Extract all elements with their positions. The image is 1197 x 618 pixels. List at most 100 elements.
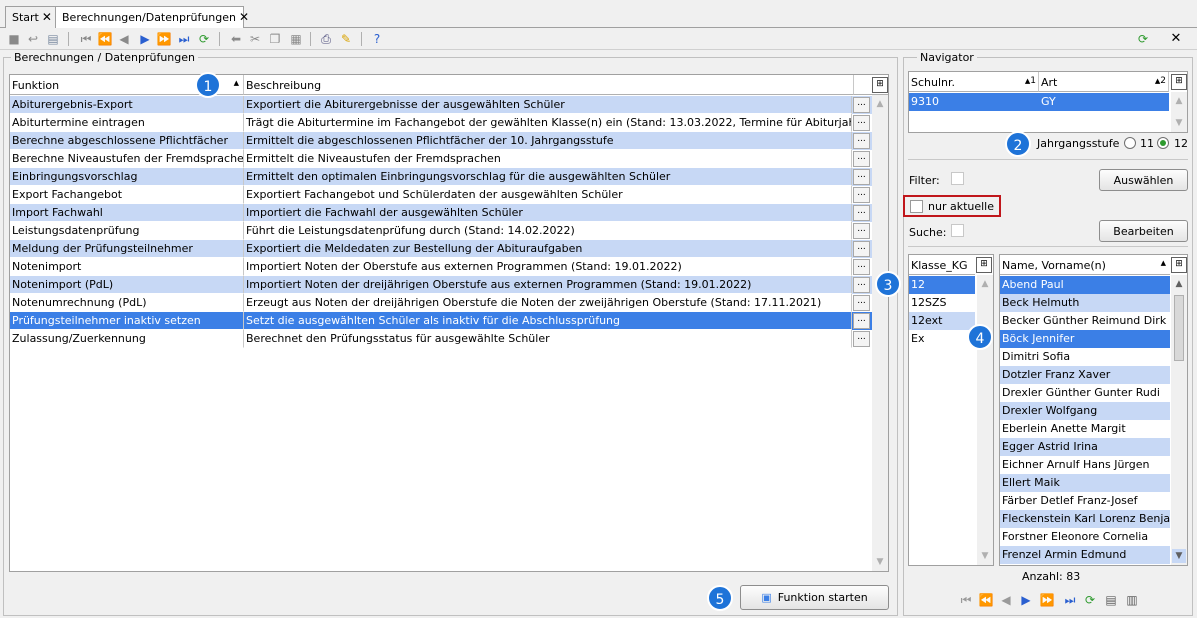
list-item-name[interactable]: Ellert Maik [1000,474,1170,492]
table-row[interactable]: Berechne abgeschlossene Pflichtfächer Erm… [10,132,872,150]
column-chooser-icon[interactable]: ⊞ [872,77,888,93]
close-icon[interactable]: ✕ [1168,31,1184,47]
cell-beschreibung[interactable]: Importiert Noten der Oberstufe aus exter… [244,258,852,276]
row-ellipsis-button[interactable]: ... [853,331,870,347]
next-record-icon[interactable]: ▶ [1018,592,1034,608]
cell-beschreibung[interactable]: Ermittelt den optimalen Einbringungsvors… [244,168,852,186]
delete-record-icon[interactable]: ▤ [45,31,61,47]
tab-berechnungen[interactable]: Berechnungen/Datenprüfungen ✕ [55,6,249,29]
list-item-name[interactable]: Dotzler Franz Xaver [1000,366,1170,384]
cell-funktion[interactable]: Prüfungsteilnehmer inaktiv setzen [10,312,244,330]
list-item-name[interactable]: Böck Jennifer [1000,330,1170,348]
column-header-art[interactable]: Art ▲2 [1039,72,1169,92]
table-row[interactable]: Import Fachwahl Importiert die Fachwahl d… [10,204,872,222]
school-cell-art[interactable]: GY [1039,93,1169,111]
row-ellipsis-button[interactable]: ... [853,313,870,329]
functions-scrollbar[interactable]: ▲ ▼ [872,95,888,571]
cell-beschreibung[interactable]: Ermittelt die Niveaustufen der Fremdspra… [244,150,852,168]
cell-funktion[interactable]: Export Fachangebot [10,186,244,204]
list-item-klasse[interactable]: Ex [909,330,975,348]
save-icon[interactable]: ■ [6,31,22,47]
row-ellipsis-button[interactable]: ... [853,133,870,149]
klasse-scrollbar[interactable]: ▲ ▼ [977,275,993,565]
table-row[interactable]: Notenumrechnung (PdL) Erzeugt aus Noten d… [10,294,872,312]
cell-funktion[interactable]: Notenumrechnung (PdL) [10,294,244,312]
row-ellipsis-button[interactable]: ... [853,187,870,203]
row-ellipsis-button[interactable]: ... [853,97,870,113]
radio-11[interactable] [1124,137,1136,149]
row-ellipsis-button[interactable]: ... [853,259,870,275]
list-item-name[interactable]: Beck Helmuth [1000,294,1170,312]
cell-beschreibung[interactable]: Exportiert Fachangebot und Schülerdaten … [244,186,852,204]
cell-beschreibung[interactable]: Ermittelt die abgeschlossenen Pflichtfäc… [244,132,852,150]
broom-icon[interactable]: ✎ [338,31,354,47]
scroll-down-icon[interactable]: ▼ [873,555,887,569]
deselect-all-icon[interactable]: ▥ [1124,592,1140,608]
table-row[interactable]: Einbringungsvorschlag Ermittelt den optim… [10,168,872,186]
list-item-name[interactable]: Eichner Arnulf Hans Jürgen [1000,456,1170,474]
reload-icon[interactable]: ⟳ [1135,31,1151,47]
names-scrollbar[interactable]: ▲ ▼ [1171,275,1187,565]
column-header-klasse[interactable]: Klasse_KG [909,255,975,275]
radio-12[interactable] [1157,137,1169,149]
next-record-icon[interactable]: ▶ [137,31,153,47]
column-header-schulnr[interactable]: Schulnr. ▲1 [909,72,1039,92]
cell-funktion[interactable]: Notenimport [10,258,244,276]
select-all-icon[interactable]: ▤ [1103,592,1119,608]
table-row[interactable]: Abiturtermine eintragen Trägt die Abiturt… [10,114,872,132]
row-ellipsis-button[interactable]: ... [853,277,870,293]
list-item-name[interactable]: Dimitri Sofia [1000,348,1170,366]
table-row[interactable]: Abiturergebnis-Export Exportiert die Abit… [10,96,872,114]
close-icon[interactable]: ✕ [42,10,52,24]
row-ellipsis-button[interactable]: ... [853,295,870,311]
cell-funktion[interactable]: Berechne Niveaustufen der Fremdsprachen [10,150,244,168]
table-row[interactable]: Prüfungsteilnehmer inaktiv setzen Setzt d… [10,312,872,330]
cell-funktion[interactable]: Import Fachwahl [10,204,244,222]
cell-funktion[interactable]: Einbringungsvorschlag [10,168,244,186]
cell-funktion[interactable]: Notenimport (PdL) [10,276,244,294]
cut-icon[interactable]: ✂ [247,31,263,47]
close-icon[interactable]: ✕ [239,10,249,24]
row-ellipsis-button[interactable]: ... [853,115,870,131]
row-ellipsis-button[interactable]: ... [853,169,870,185]
next-page-icon[interactable]: ⏩ [156,31,172,47]
last-record-icon[interactable]: ⏭ [176,31,192,47]
scroll-down-icon[interactable]: ▼ [1172,549,1186,563]
funktion-starten-button[interactable]: ▣ Funktion starten [740,585,889,610]
school-scrollbar[interactable]: ▲ ▼ [1171,92,1187,132]
prev-page-icon[interactable]: ⏪ [97,31,113,47]
filter-checkbox[interactable] [951,172,964,185]
table-row[interactable]: Meldung der Prüfungsteilnehmer Exportiert… [10,240,872,258]
list-item-name[interactable]: Färber Detlef Franz-Josef [1000,492,1170,510]
cell-funktion[interactable]: Meldung der Prüfungsteilnehmer [10,240,244,258]
list-item-name[interactable]: Frenzel Armin Edmund [1000,546,1170,564]
table-row[interactable]: Zulassung/Zuerkennung Berechnet den Prüfu… [10,330,872,348]
list-item-name[interactable]: Eberlein Anette Margit [1000,420,1170,438]
nur-aktuelle-checkbox[interactable] [910,200,923,213]
suche-checkbox[interactable] [951,224,964,237]
list-item-klasse[interactable]: 12 [909,276,975,294]
list-item-name[interactable]: Fleckenstein Karl Lorenz Benja... [1000,510,1170,528]
refresh-icon[interactable]: ⟳ [1082,592,1098,608]
cell-beschreibung[interactable]: Berechnet den Prüfungsstatus für ausgewä… [244,330,852,348]
row-ellipsis-button[interactable]: ... [853,151,870,167]
next-page-icon[interactable]: ⏩ [1039,592,1055,608]
cell-funktion[interactable]: Berechne abgeschlossene Pflichtfächer [10,132,244,150]
table-row[interactable]: Berechne Niveaustufen der Fremdsprachen E… [10,150,872,168]
column-chooser-icon[interactable]: ⊞ [976,257,992,273]
scroll-thumb[interactable] [1174,295,1184,361]
prev-record-icon[interactable]: ◀ [998,592,1014,608]
cell-beschreibung[interactable]: Trägt die Abiturtermine im Fachangebot d… [244,114,852,132]
bearbeiten-button[interactable]: Bearbeiten [1099,220,1188,242]
row-ellipsis-button[interactable]: ... [853,241,870,257]
cell-funktion[interactable]: Abiturtermine eintragen [10,114,244,132]
scroll-up-icon[interactable]: ▲ [1172,277,1186,291]
cell-beschreibung[interactable]: Setzt die ausgewählten Schüler als inakt… [244,312,852,330]
cell-beschreibung[interactable]: Exportiert die Meldedaten zur Bestellung… [244,240,852,258]
column-chooser-icon[interactable]: ⊞ [1171,74,1187,90]
first-record-icon[interactable]: ⏮ [78,31,94,47]
row-ellipsis-button[interactable]: ... [853,223,870,239]
cell-beschreibung[interactable]: Erzeugt aus Noten der dreijährigen Obers… [244,294,852,312]
table-row[interactable]: Notenimport Importiert Noten der Oberstuf… [10,258,872,276]
column-chooser-icon[interactable]: ⊞ [1171,257,1187,273]
